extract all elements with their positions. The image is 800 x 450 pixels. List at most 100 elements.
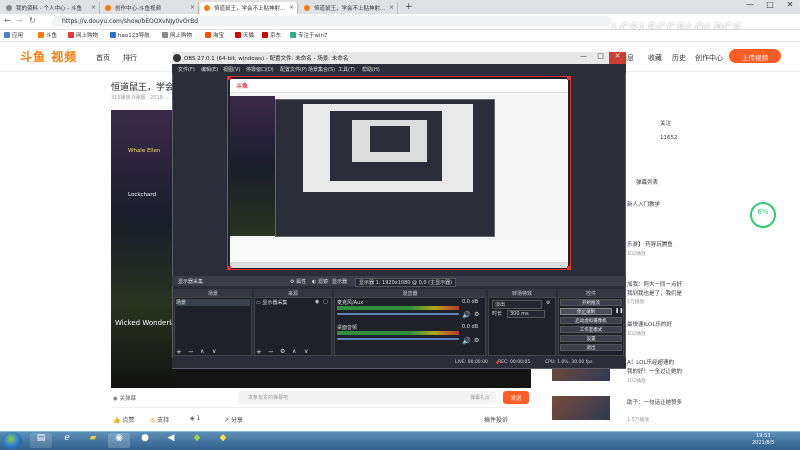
- report-link[interactable]: 稿件投诉: [484, 415, 508, 424]
- obs-icon[interactable]: ●: [134, 433, 156, 448]
- back-icon[interactable]: ←: [4, 16, 11, 25]
- send-danmu-button[interactable]: 发送: [503, 391, 529, 404]
- menu-view[interactable]: 视图(V): [223, 66, 240, 73]
- menu-tools[interactable]: 工具(T): [338, 66, 355, 73]
- gear-icon[interactable]: ⚙: [474, 311, 479, 318]
- menu-file[interactable]: 文件(F): [178, 66, 195, 73]
- source-add-button[interactable]: +: [256, 348, 262, 356]
- source-up-button[interactable]: ∧: [292, 348, 296, 355]
- maximize-button[interactable]: □: [760, 0, 780, 9]
- obs-minimize-button[interactable]: —: [575, 52, 592, 64]
- resize-handle[interactable]: [567, 266, 571, 270]
- browser-tab-2[interactable]: 创作中心-斗鱼视频 ×: [101, 2, 199, 14]
- display-select[interactable]: 显示器 1: 1920x1080 @ 0,0 (主显示器): [355, 278, 457, 287]
- scene-item[interactable]: 场景: [176, 299, 250, 306]
- bookmark-item[interactable]: 斗鱼: [38, 31, 57, 39]
- bookmark-item[interactable]: hao123导航: [110, 31, 150, 39]
- transition-select[interactable]: 淡出: [492, 300, 542, 309]
- close-icon[interactable]: ×: [190, 4, 195, 11]
- explorer-icon[interactable]: ▤: [30, 433, 52, 448]
- source-down-button[interactable]: ∨: [304, 348, 308, 355]
- menu-docks[interactable]: 停靠窗口(D): [246, 66, 274, 73]
- source-item[interactable]: ▭ 显示器采集: [256, 299, 287, 306]
- properties-button[interactable]: ⚙ 属性: [290, 278, 306, 285]
- related-title[interactable]: 乐游】 药导玩腾鱼: [627, 240, 673, 248]
- resize-handle[interactable]: [567, 76, 571, 80]
- bookmark-item[interactable]: 网上购物: [162, 31, 192, 39]
- settings-button[interactable]: 设置: [560, 335, 622, 342]
- scene-add-button[interactable]: +: [176, 348, 182, 356]
- scene-remove-button[interactable]: −: [188, 348, 194, 356]
- filters-button[interactable]: ◐ 滤镜: [312, 278, 328, 285]
- resize-handle[interactable]: [227, 266, 231, 270]
- close-icon[interactable]: ×: [91, 4, 96, 11]
- game-icon[interactable]: ◆: [212, 433, 234, 448]
- obs-close-button[interactable]: ✕: [609, 52, 626, 64]
- menu-scene-collection[interactable]: 场景集合(S): [308, 66, 335, 73]
- coin-button[interactable]: ◈ 1: [190, 415, 200, 422]
- ie-icon[interactable]: ℯ: [56, 433, 78, 448]
- menu-help[interactable]: 帮助(H): [362, 66, 380, 73]
- site-logo[interactable]: 斗鱼 视频: [20, 48, 77, 65]
- bookmark-item[interactable]: 淘宝: [205, 31, 224, 39]
- bookmark-item[interactable]: 天猫: [235, 31, 254, 39]
- related-title[interactable]: 助子：一句话让她赞多: [627, 398, 682, 406]
- close-icon[interactable]: ×: [389, 4, 394, 11]
- obs-maximize-button[interactable]: □: [592, 52, 609, 64]
- close-window-button[interactable]: ✕: [780, 0, 800, 9]
- speaker-icon[interactable]: 🔊: [462, 311, 471, 319]
- nav-creator-center[interactable]: 创作中心: [695, 53, 723, 63]
- bookmark-item[interactable]: 网上购物: [68, 31, 98, 39]
- related-title[interactable]: 新人入门教学: [627, 200, 660, 208]
- nav-home[interactable]: 首页: [96, 53, 110, 63]
- chrome-icon[interactable]: ◉: [108, 433, 130, 448]
- stop-recording-button[interactable]: 停止录制: [560, 308, 612, 315]
- start-streaming-button[interactable]: 开始推流: [560, 299, 622, 306]
- danmu-input[interactable]: 发条有爱的弹幕吧: [238, 391, 496, 404]
- danmu-list-tab[interactable]: 弹幕列表: [636, 178, 658, 186]
- menu-profile[interactable]: 配置文件(P): [280, 66, 307, 73]
- taskbar-clock[interactable]: 19:53 2021/8/5: [752, 433, 774, 447]
- duration-input[interactable]: 300 ms: [507, 310, 545, 318]
- media-icon[interactable]: ◀: [160, 433, 182, 448]
- visibility-icon[interactable]: ◉: [315, 299, 319, 305]
- scene-down-button[interactable]: ∨: [212, 348, 216, 355]
- virtual-camera-button[interactable]: 启动虚拟摄像机: [560, 317, 622, 324]
- danmu-rules-link[interactable]: 弹幕礼仪: [470, 394, 490, 401]
- close-icon[interactable]: ×: [289, 4, 294, 11]
- new-tab-button[interactable]: +: [405, 2, 413, 12]
- forward-icon[interactable]: →: [16, 16, 23, 25]
- browser-tab-4[interactable]: 恒道鼠王，学会不上贴神射... ×: [300, 2, 398, 14]
- like-button[interactable]: 👍 点赞: [113, 415, 134, 424]
- minimize-button[interactable]: —: [740, 0, 760, 9]
- desktop-volume-slider[interactable]: [337, 338, 459, 340]
- folder-icon[interactable]: ▰: [82, 433, 104, 448]
- related-title[interactable]: A！LOL乐经超速的: [627, 358, 674, 366]
- related-thumbnail[interactable]: [552, 396, 610, 420]
- lock-icon[interactable]: ▢: [323, 299, 328, 305]
- upload-video-button[interactable]: 上传视频: [729, 49, 781, 63]
- speaker-icon[interactable]: 🔊: [462, 337, 471, 345]
- menu-edit[interactable]: 编辑(E): [201, 66, 218, 73]
- browser-tab-3[interactable]: 恒道鼠王，学会不上贴神射... ×: [200, 2, 298, 14]
- bookmark-item[interactable]: 京东: [262, 31, 281, 39]
- start-button[interactable]: [2, 432, 22, 449]
- gear-icon[interactable]: ⚙: [546, 300, 550, 306]
- nav-history[interactable]: 历史: [672, 53, 686, 63]
- fishball-button[interactable]: ◎ 支持: [150, 415, 169, 424]
- share-button[interactable]: ↗ 分享: [224, 415, 243, 424]
- nav-rank[interactable]: 排行: [123, 53, 137, 63]
- follow-button[interactable]: 关注: [660, 119, 671, 127]
- resize-handle[interactable]: [227, 76, 231, 80]
- nav-favorites[interactable]: 收藏: [648, 53, 662, 63]
- bookmark-item[interactable]: 应用: [4, 31, 23, 39]
- gear-icon[interactable]: ⚙: [474, 337, 479, 344]
- url-field[interactable]: https://v.douyu.com/show/bEOOXvNJy0vOrBd: [52, 16, 612, 27]
- studio-mode-button[interactable]: 工作室模式: [560, 326, 622, 333]
- browser-tab-1[interactable]: 我的资料 - 个人中心 - 斗鱼 ×: [2, 2, 100, 14]
- mic-volume-slider[interactable]: [337, 313, 459, 315]
- chat-icon[interactable]: ◆: [186, 433, 208, 448]
- pause-icon[interactable]: ❚❚: [615, 308, 623, 314]
- source-remove-button[interactable]: −: [268, 348, 274, 356]
- related-title[interactable]: 加我：阿大一同一点好: [627, 280, 682, 288]
